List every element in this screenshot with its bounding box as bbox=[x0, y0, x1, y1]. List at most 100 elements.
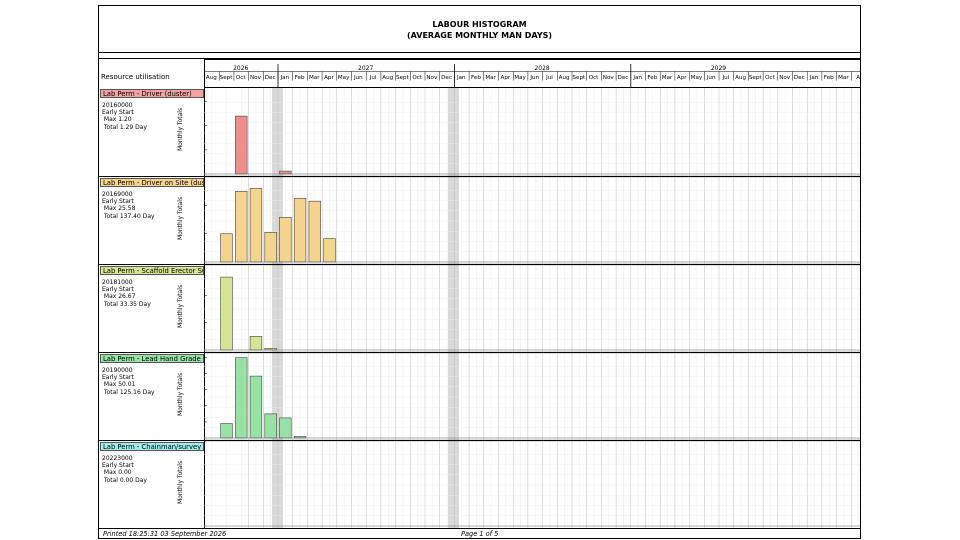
histogram-bar bbox=[279, 217, 292, 263]
month-label: Sept bbox=[396, 75, 410, 81]
month-label: Aug bbox=[735, 75, 746, 81]
histogram-bar bbox=[249, 375, 263, 439]
resource-column: Resource utilisation Lab Perm - Driver (… bbox=[99, 59, 205, 528]
year-label: 2028 bbox=[534, 65, 549, 72]
histogram-bar bbox=[279, 417, 292, 439]
resource-name: Lab Perm - Driver on Site (duster) bbox=[100, 178, 204, 187]
histogram-bar bbox=[220, 233, 233, 263]
y-axis-label: Monthly Totals bbox=[177, 196, 184, 240]
histogram-bar bbox=[235, 191, 248, 263]
month-label: Jan bbox=[809, 75, 819, 81]
page-number: Page 1 of 5 bbox=[461, 530, 499, 538]
month-label: Jun bbox=[706, 75, 716, 81]
month-label: Sept bbox=[572, 75, 586, 81]
year-label: 2029 bbox=[711, 65, 726, 72]
shaded-period-2 bbox=[448, 88, 459, 528]
histogram-bar bbox=[220, 423, 233, 439]
month-label: Oct bbox=[236, 75, 246, 81]
y-axis-label: Monthly Totals bbox=[177, 284, 184, 328]
month-label: Nov bbox=[603, 75, 615, 81]
histogram-bar bbox=[308, 200, 321, 263]
month-label: Jan bbox=[632, 75, 642, 81]
month-label: Jan bbox=[456, 75, 466, 81]
month-label: Aug bbox=[382, 75, 393, 81]
footer: Printed 18:25:31 03 September 2026 Page … bbox=[99, 529, 860, 539]
month-label: Feb bbox=[824, 75, 834, 81]
resource-info: 20223000 Early Start Max 0.00 Total 0.00… bbox=[102, 455, 147, 484]
report-title: LABOUR HISTOGRAM (AVERAGE MONTHLY MAN DA… bbox=[99, 6, 860, 53]
month-label: Dec bbox=[618, 75, 629, 81]
resource-info: 20169000 Early Start Max 25.58 Total 137… bbox=[102, 191, 155, 220]
year-label: 2026 bbox=[233, 65, 248, 72]
shaded-period-1 bbox=[272, 88, 283, 528]
month-label: Sept bbox=[220, 75, 234, 81]
month-label: Jun bbox=[353, 75, 363, 81]
histogram-bar bbox=[279, 170, 292, 175]
month-label: Oct bbox=[412, 75, 422, 81]
resource-name: Lab Perm - Chainman/survey Assistant bbox=[100, 442, 204, 451]
month-label: Jun bbox=[529, 75, 539, 81]
month-label: Dec bbox=[794, 75, 805, 81]
month-label: Oct bbox=[765, 75, 775, 81]
histogram-bar bbox=[323, 238, 336, 263]
month-label: Apr bbox=[677, 75, 687, 81]
month-label: Jul bbox=[545, 75, 553, 81]
resource-panel: Lab Perm - Scaffold Erector Supervisor 20… bbox=[99, 264, 204, 352]
histogram-area: Resource utilisation Lab Perm - Driver (… bbox=[99, 58, 860, 529]
month-label: May bbox=[514, 75, 526, 81]
histogram-bar bbox=[235, 357, 248, 439]
y-axis-label: Monthly Totals bbox=[177, 460, 184, 504]
month-label: Jul bbox=[369, 75, 377, 81]
resource-panel: Lab Perm - Driver on Site (duster) 201690… bbox=[99, 176, 204, 264]
histogram-chart: 2026 2027 2028 2029Aug Sept Oct Nov Dec Jan Feb Ma… bbox=[204, 59, 860, 528]
month-label: Nov bbox=[779, 75, 791, 81]
month-label: Aug bbox=[206, 75, 217, 81]
histogram-bar bbox=[264, 413, 277, 439]
histogram-bar bbox=[249, 188, 263, 263]
resource-name: Lab Perm - Driver (duster) bbox=[100, 89, 204, 98]
resource-panel: Lab Perm - Driver (duster) 20160000 Early… bbox=[99, 88, 204, 176]
histogram-bar bbox=[293, 198, 307, 263]
month-label: Mar bbox=[838, 75, 849, 81]
month-label: Oct bbox=[589, 75, 599, 81]
y-axis-label: Monthly Totals bbox=[177, 107, 184, 151]
month-label: Feb bbox=[471, 75, 481, 81]
resource-utilisation-label: Resource utilisation bbox=[101, 73, 170, 81]
month-label: Sept bbox=[749, 75, 763, 81]
resource-name: Lab Perm - Scaffold Erector Supervisor bbox=[100, 266, 204, 275]
printed-timestamp: Printed 18:25:31 03 September 2026 bbox=[103, 530, 227, 538]
month-label: Mar bbox=[309, 75, 320, 81]
month-label: Aug bbox=[559, 75, 570, 81]
month-label: Feb bbox=[647, 75, 657, 81]
title-line-2: (AVERAGE MONTHLY MAN DAYS) bbox=[406, 31, 553, 40]
resource-info: 20160000 Early Start Max 1.20 Total 1.29… bbox=[102, 102, 147, 131]
month-label: Jul bbox=[721, 75, 729, 81]
month-label: Apr bbox=[324, 75, 334, 81]
month-label: Jan bbox=[280, 75, 290, 81]
histogram-bar bbox=[220, 276, 233, 351]
resource-panel: Lab Perm - Lead Hand Grade Supervisor 201… bbox=[99, 352, 204, 440]
month-label: May bbox=[338, 75, 350, 81]
month-label: Nov bbox=[426, 75, 438, 81]
histogram-bar bbox=[235, 115, 248, 175]
histogram-bar bbox=[264, 232, 277, 263]
month-label: Dec bbox=[441, 75, 452, 81]
resource-name: Lab Perm - Lead Hand Grade Supervisor bbox=[100, 354, 204, 363]
resource-info: 20190000 Early Start Max 50.01 Total 125… bbox=[102, 367, 155, 396]
title-line-1: LABOUR HISTOGRAM bbox=[432, 20, 527, 29]
chart-frame bbox=[204, 59, 860, 528]
month-label: A bbox=[856, 75, 860, 81]
histogram-bar bbox=[249, 336, 263, 351]
month-label: Nov bbox=[250, 75, 262, 81]
resource-info: 20181000 Early Start Max 26.67 Total 33.… bbox=[102, 279, 151, 308]
month-label: Mar bbox=[662, 75, 673, 81]
y-axis-label: Monthly Totals bbox=[177, 372, 184, 416]
month-label: Feb bbox=[295, 75, 305, 81]
month-label: May bbox=[691, 75, 703, 81]
month-label: Mar bbox=[485, 75, 496, 81]
month-label: Dec bbox=[265, 75, 276, 81]
year-label: 2027 bbox=[358, 65, 373, 72]
resource-panel: Lab Perm - Chainman/survey Assistant 2022… bbox=[99, 440, 204, 528]
report-page: LABOUR HISTOGRAM (AVERAGE MONTHLY MAN DA… bbox=[98, 5, 861, 539]
month-label: Apr bbox=[501, 75, 511, 81]
